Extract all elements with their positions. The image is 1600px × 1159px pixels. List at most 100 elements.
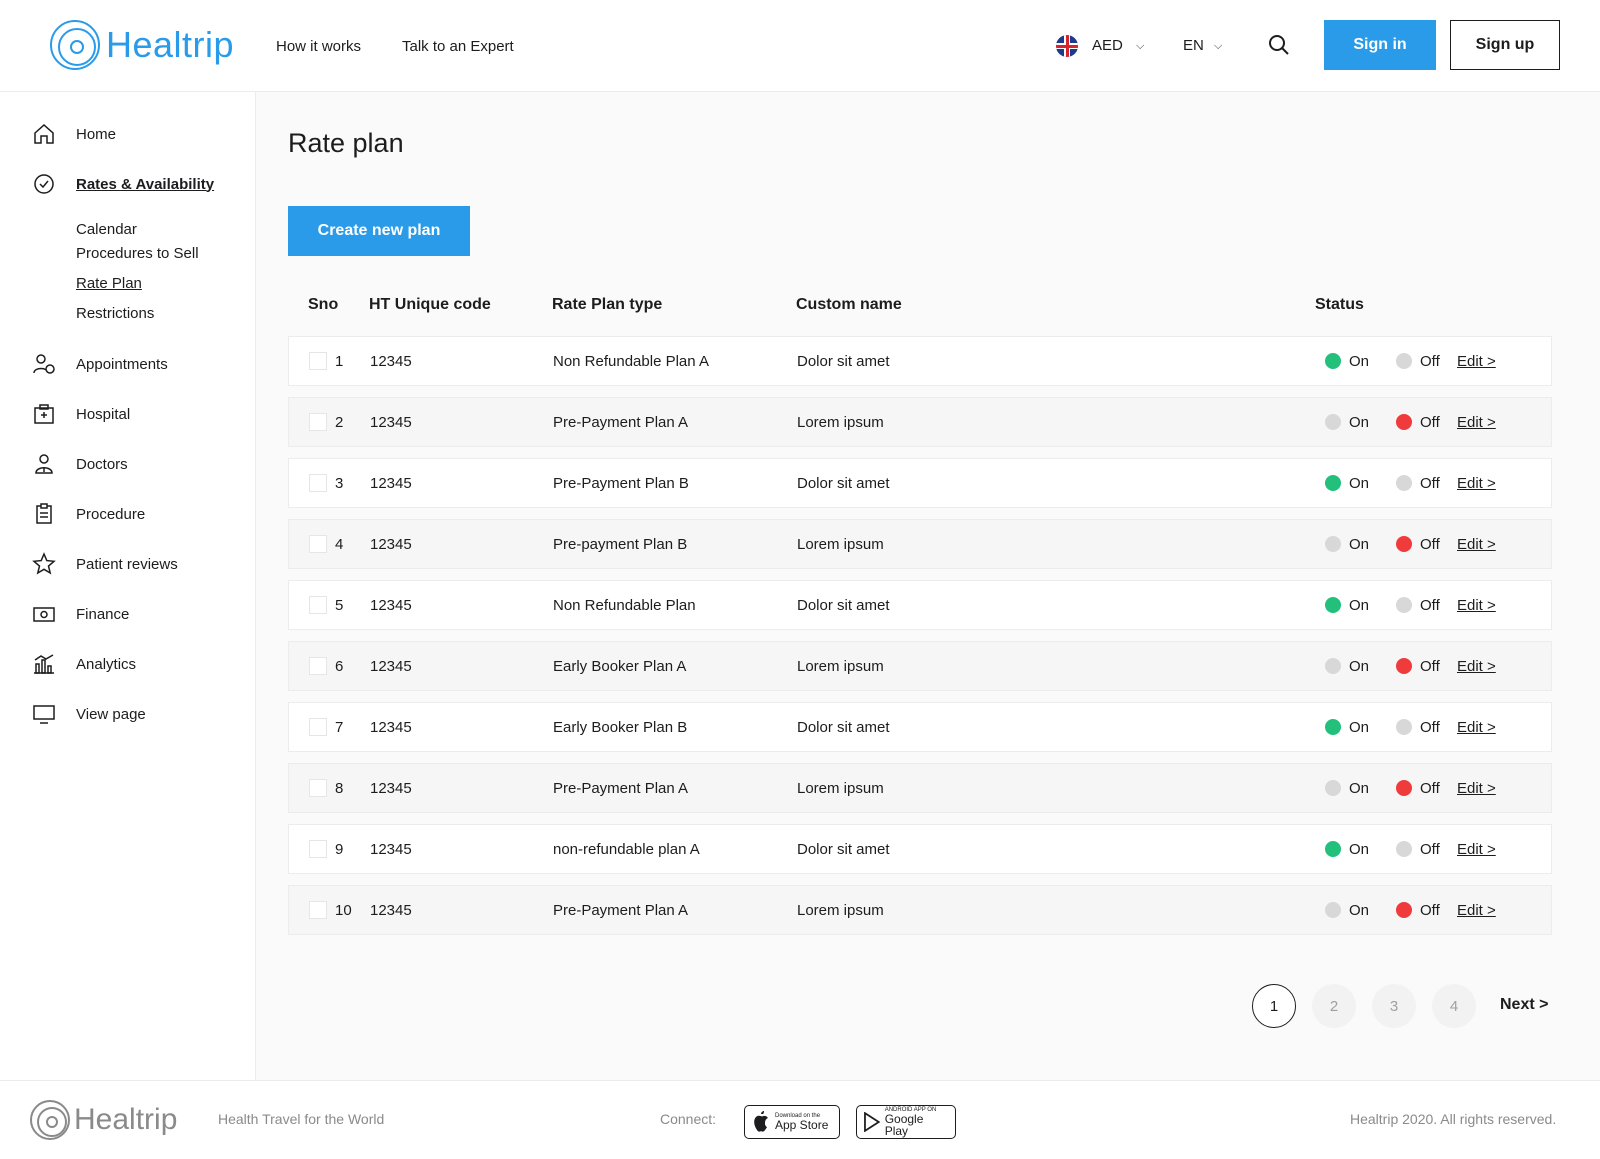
edit-link[interactable]: Edit > — [1457, 841, 1496, 858]
edit-link[interactable]: Edit > — [1457, 780, 1496, 797]
row-checkbox[interactable] — [309, 840, 327, 858]
chevron-down-icon[interactable]: ⌵ — [1136, 40, 1144, 53]
cell-type: Early Booker Plan A — [553, 658, 687, 675]
row-checkbox[interactable] — [309, 596, 327, 614]
sidebar-item-home[interactable]: Home — [32, 122, 116, 146]
status-on-radio[interactable] — [1325, 475, 1341, 491]
cell-name: Lorem ipsum — [797, 780, 884, 797]
edit-link[interactable]: Edit > — [1457, 658, 1496, 675]
status-off-radio[interactable] — [1396, 475, 1412, 491]
sidebar-item-doctors[interactable]: Doctors — [32, 452, 128, 476]
table-row: 1 12345 Non Refundable Plan A Dolor sit ame… — [288, 336, 1552, 386]
status-on-radio[interactable] — [1325, 536, 1341, 552]
sidebar-item-view-page[interactable]: View page — [32, 702, 146, 726]
sidebar-item-rates-availability[interactable]: Rates & Availability — [32, 172, 214, 196]
row-checkbox[interactable] — [309, 413, 327, 431]
edit-link[interactable]: Edit > — [1457, 597, 1496, 614]
column-header-type: Rate Plan type — [552, 296, 663, 313]
sidebar-subitem-restrictions[interactable]: Restrictions — [76, 305, 154, 322]
hospital-icon — [34, 404, 54, 424]
status-off-radio[interactable] — [1396, 353, 1412, 369]
search-icon[interactable] — [1268, 34, 1290, 56]
nav-how-it-works[interactable]: How it works — [276, 38, 361, 55]
sidebar-item-finance[interactable]: Finance — [32, 602, 129, 626]
sidebar-item-label: Patient reviews — [76, 555, 178, 573]
logo[interactable]: Healtrip — [50, 20, 234, 70]
chevron-down-icon[interactable]: ⌵ — [1214, 40, 1222, 53]
cell-sno: 3 — [335, 475, 344, 492]
nav-talk-to-expert[interactable]: Talk to an Expert — [402, 38, 514, 55]
status-off-radio[interactable] — [1396, 536, 1412, 552]
status-on-radio[interactable] — [1325, 353, 1341, 369]
sidebar-subitem-procedures-to-sell[interactable]: Procedures to Sell — [76, 245, 199, 262]
edit-link[interactable]: Edit > — [1457, 536, 1496, 553]
row-checkbox[interactable] — [309, 901, 327, 919]
page-3-button[interactable]: 3 — [1372, 984, 1416, 1028]
google-play-badge[interactable]: ANDROID APP ON Google Play — [856, 1105, 956, 1139]
page-2-button[interactable]: 2 — [1312, 984, 1356, 1028]
monitor-icon — [33, 705, 55, 724]
status-off-radio[interactable] — [1396, 902, 1412, 918]
clipboard-icon — [36, 503, 52, 524]
status-on-radio[interactable] — [1325, 597, 1341, 613]
status-on-radio[interactable] — [1325, 902, 1341, 918]
app-store-badge[interactable]: Download on the App Store — [744, 1105, 840, 1139]
edit-link[interactable]: Edit > — [1457, 475, 1496, 492]
edit-link[interactable]: Edit > — [1457, 353, 1496, 370]
status-on-radio[interactable] — [1325, 841, 1341, 857]
table-row: 9 12345 non-refundable plan A Dolor sit ame… — [288, 824, 1552, 874]
status-on-radio[interactable] — [1325, 719, 1341, 735]
language-select[interactable]: EN — [1183, 37, 1204, 54]
status-on-label: On — [1349, 780, 1370, 797]
currency-select[interactable]: AED — [1092, 37, 1123, 54]
status-on-radio[interactable] — [1325, 658, 1341, 674]
row-checkbox[interactable] — [309, 718, 327, 736]
status-off-radio[interactable] — [1396, 658, 1412, 674]
create-new-plan-button[interactable]: Create new plan — [288, 206, 470, 256]
uk-flag-icon[interactable] — [1056, 35, 1078, 57]
status-off-label: Off — [1420, 902, 1440, 919]
status-off-radio[interactable] — [1396, 780, 1412, 796]
sidebar-item-appointments[interactable]: Appointments — [32, 352, 168, 376]
status-off-radio[interactable] — [1396, 719, 1412, 735]
page-4-button[interactable]: 4 — [1432, 984, 1476, 1028]
cell-code: 12345 — [370, 475, 412, 492]
cell-name: Dolor sit amet — [797, 841, 890, 858]
cell-sno: 2 — [335, 414, 344, 431]
sign-up-button[interactable]: Sign up — [1450, 20, 1560, 70]
sidebar-item-patient-reviews[interactable]: Patient reviews — [32, 552, 178, 576]
page-1-button[interactable]: 1 — [1252, 984, 1296, 1028]
edit-link[interactable]: Edit > — [1457, 414, 1496, 431]
sidebar-subitem-calendar[interactable]: Calendar — [76, 221, 137, 238]
cell-type: Non Refundable Plan A — [553, 353, 709, 370]
row-checkbox[interactable] — [309, 657, 327, 675]
status-off-radio[interactable] — [1396, 597, 1412, 613]
sidebar-item-label: Procedure — [76, 505, 146, 523]
footer: Healtrip Health Travel for the World Con… — [0, 1080, 1600, 1159]
status-off-radio[interactable] — [1396, 841, 1412, 857]
google-play-big-text: Google Play — [884, 1112, 924, 1138]
footer-logo[interactable]: Healtrip — [30, 1100, 177, 1140]
sidebar-item-hospital[interactable]: Hospital — [32, 402, 130, 426]
sidebar-subitem-rate-plan[interactable]: Rate Plan — [76, 275, 142, 292]
status-off-radio[interactable] — [1396, 414, 1412, 430]
status-on-radio[interactable] — [1325, 414, 1341, 430]
status-on-label: On — [1349, 414, 1370, 431]
next-page-button[interactable]: Next > — [1500, 996, 1548, 1014]
row-checkbox[interactable] — [309, 352, 327, 370]
sidebar-item-procedure[interactable]: Procedure — [32, 502, 145, 526]
check-circle-icon — [34, 174, 54, 194]
status-on-radio[interactable] — [1325, 780, 1341, 796]
row-checkbox[interactable] — [309, 474, 327, 492]
row-checkbox[interactable] — [309, 779, 327, 797]
sidebar-item-label: Appointments — [76, 355, 168, 373]
sidebar-item-analytics[interactable]: Analytics — [32, 652, 136, 676]
edit-link[interactable]: Edit > — [1457, 719, 1496, 736]
sign-in-button[interactable]: Sign in — [1324, 20, 1436, 70]
edit-link[interactable]: Edit > — [1457, 902, 1496, 919]
table-row: 2 12345 Pre-Payment Plan A Lorem ipsum On Off… — [288, 397, 1552, 447]
row-checkbox[interactable] — [309, 535, 327, 553]
status-on-label: On — [1349, 719, 1370, 736]
column-header-sno: Sno — [308, 296, 339, 313]
status-off-label: Off — [1420, 597, 1440, 614]
